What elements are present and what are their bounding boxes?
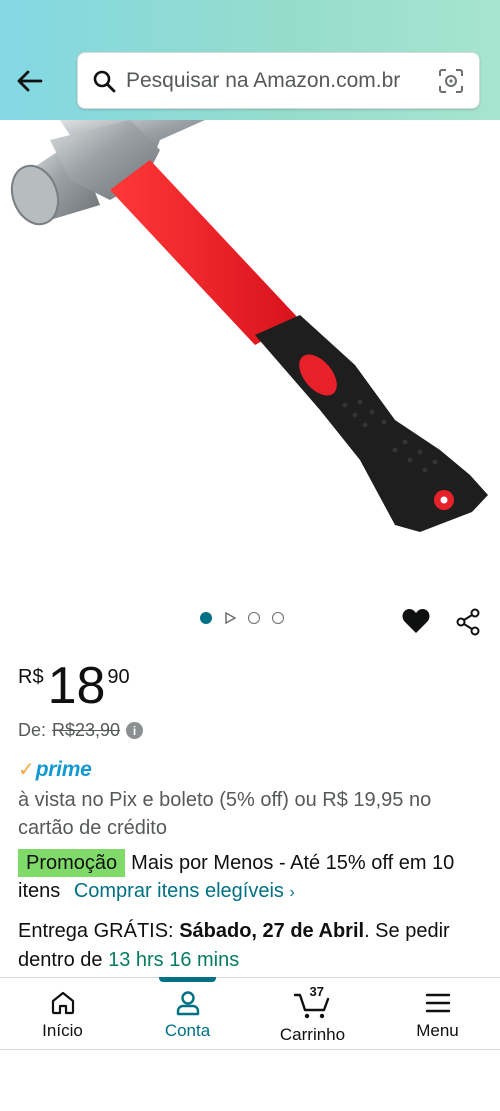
menu-icon <box>425 993 450 1013</box>
share-button[interactable] <box>452 604 484 640</box>
delivery-date: Sábado, 27 de Abril <box>179 920 365 942</box>
account-icon <box>176 991 199 1016</box>
carousel-dot[interactable] <box>272 612 284 624</box>
heart-icon <box>402 609 430 633</box>
search-placeholder: Pesquisar na Amazon.com.br <box>126 68 401 92</box>
list-price-value: R$23,90 <box>52 720 121 740</box>
price-whole: 18 <box>47 657 106 715</box>
nav-label-home: Início <box>42 1021 83 1040</box>
list-price: De: R$23,90 i <box>18 720 144 741</box>
camera-scan-icon[interactable] <box>429 68 473 94</box>
eligible-items-link-label: Comprar itens elegíveis <box>73 880 284 902</box>
eligible-items-link[interactable]: Comprar itens elegíveis › <box>74 880 295 902</box>
delivery-info: Entrega GRÁTIS: Sábado, 27 de Abril. Se … <box>18 917 488 975</box>
chevron-right-icon: › <box>289 884 295 901</box>
nav-divider <box>0 1049 500 1050</box>
top-header: Pesquisar na Amazon.com.br <box>0 0 500 120</box>
search-input[interactable]: Pesquisar na Amazon.com.br <box>77 52 480 109</box>
nav-label-menu: Menu <box>416 1021 459 1040</box>
search-icon[interactable] <box>82 69 126 93</box>
video-play-icon[interactable] <box>224 612 236 624</box>
delivery-countdown: 13 hrs 16 mins <box>108 949 240 971</box>
prime-badge: ✓ prime <box>18 757 92 782</box>
prime-check-icon: ✓ <box>18 759 35 781</box>
nav-item-cart[interactable]: 37 Carrinho <box>250 978 375 1049</box>
nav-label-cart: Carrinho <box>279 1025 346 1044</box>
wishlist-button[interactable] <box>398 604 434 638</box>
price-fraction: 90 <box>107 666 130 688</box>
product-price: R$ 18 90 <box>18 658 130 714</box>
product-image[interactable] <box>0 120 500 590</box>
image-carousel-indicator <box>200 612 284 624</box>
cart-count-badge: 37 <box>309 984 324 999</box>
nav-item-account[interactable]: Conta <box>125 977 250 1049</box>
hammer-image <box>10 120 488 532</box>
prime-logo: prime <box>35 757 92 781</box>
share-icon <box>456 608 480 636</box>
nav-label-account: Conta <box>164 1021 211 1040</box>
bottom-navigation: Início Conta 37 Carrinho Menu <box>0 977 500 1049</box>
price-currency: R$ <box>18 666 44 688</box>
list-price-label: De: <box>18 720 47 740</box>
nav-item-home[interactable]: Início <box>0 978 125 1049</box>
delivery-prefix: Entrega GRÁTIS: <box>18 920 174 942</box>
promotion-row: Promoção Mais por Menos - Até 15% off em … <box>18 849 488 907</box>
back-button[interactable] <box>8 60 50 102</box>
payment-offer-text: à vista no Pix e boleto (5% off) ou R$ 1… <box>18 789 432 839</box>
info-icon[interactable]: i <box>126 722 144 739</box>
home-icon <box>51 991 74 1015</box>
promotion-badge: Promoção <box>18 849 126 877</box>
arrow-left-icon <box>17 70 43 92</box>
carousel-dot[interactable] <box>248 612 260 624</box>
carousel-dot-active[interactable] <box>200 612 212 624</box>
nav-item-menu[interactable]: Menu <box>375 978 500 1049</box>
